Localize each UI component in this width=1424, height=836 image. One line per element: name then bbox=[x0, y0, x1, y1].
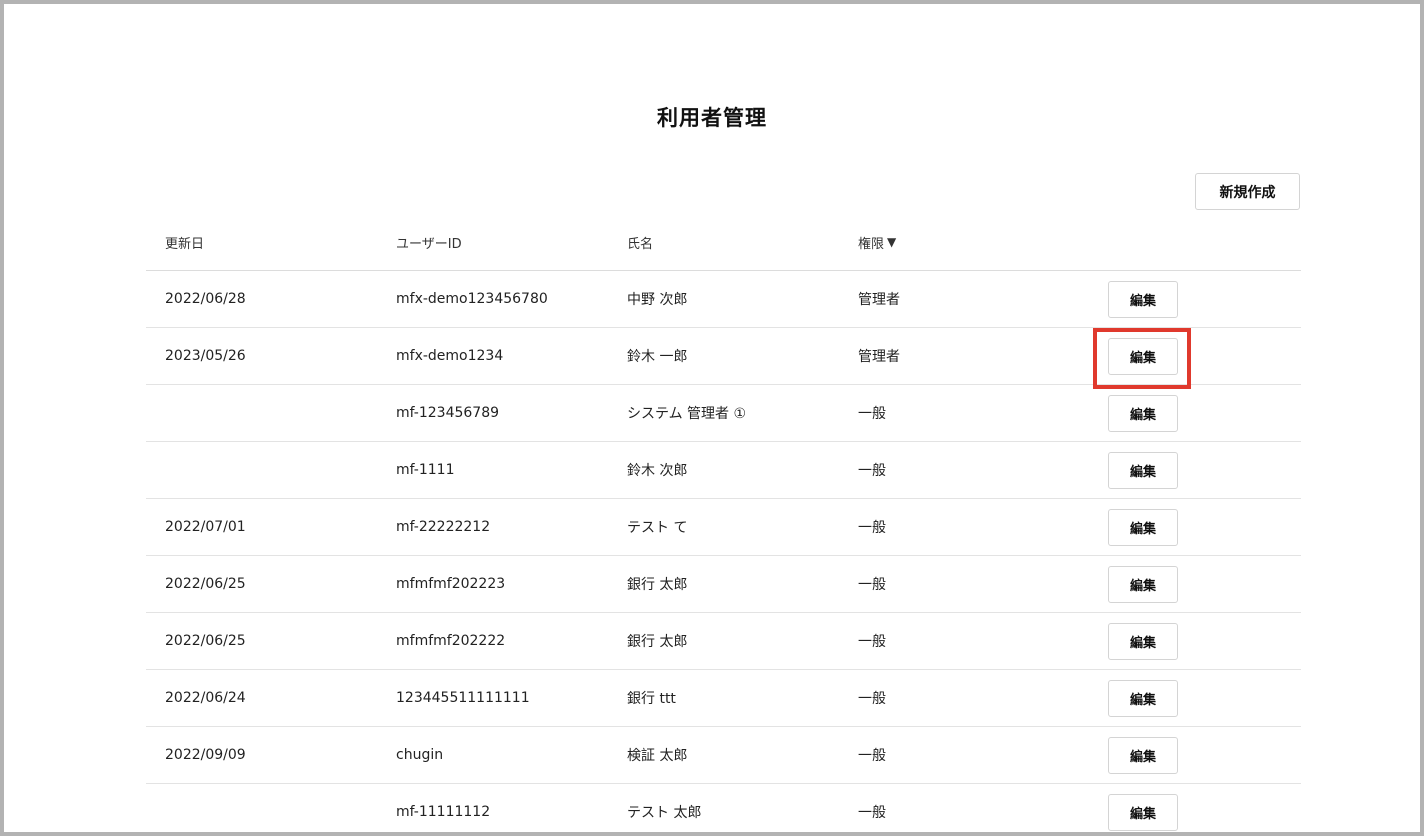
table-row: 2022/09/09 chugin 検証 太郎 一般 編集 bbox=[146, 727, 1301, 784]
row-action-cell: 編集 bbox=[1108, 385, 1178, 441]
row-role: 一般 bbox=[858, 805, 886, 821]
row-name: システム 管理者 ① bbox=[627, 406, 747, 422]
new-create-button[interactable]: 新規作成 bbox=[1195, 173, 1300, 210]
table-header: 更新日 ユーザーID 氏名 権限 ▼ bbox=[146, 214, 1301, 271]
row-name: テスト 太郎 bbox=[627, 805, 702, 821]
table-row: 2023/05/26 mfx-demo1234 鈴木 一郎 管理者 編集 bbox=[146, 328, 1301, 385]
row-action-cell: 編集 bbox=[1108, 328, 1178, 384]
row-action-cell: 編集 bbox=[1108, 271, 1178, 327]
header-role-label: 権限 bbox=[858, 236, 885, 252]
header-role[interactable]: 権限 ▼ bbox=[858, 214, 896, 270]
row-role: 一般 bbox=[858, 406, 886, 422]
row-user-id: mf-11111112 bbox=[396, 804, 491, 820]
row-user-id: 123445511111111 bbox=[396, 690, 530, 706]
user-table: 更新日 ユーザーID 氏名 権限 ▼ 2022/06/28 mfx-demo123… bbox=[146, 214, 1301, 832]
table-body: 2022/06/28 mfx-demo123456780 中野 次郎 管理者 編集 202… bbox=[146, 271, 1301, 832]
table-row: 2022/06/25 mfmfmf202223 銀行 太郎 一般 編集 bbox=[146, 556, 1301, 613]
table-row: 2022/07/01 mf-22222212 テスト て 一般 編集 bbox=[146, 499, 1301, 556]
row-name: 検証 太郎 bbox=[627, 748, 688, 764]
row-name: 銀行 太郎 bbox=[627, 634, 688, 650]
row-user-id: mfx-demo1234 bbox=[396, 348, 504, 364]
browser-frame: 利用者管理 新規作成 更新日 ユーザーID 氏名 権限 ▼ 2022/06/28… bbox=[0, 0, 1424, 836]
table-row: mf-11111112 テスト 太郎 一般 編集 bbox=[146, 784, 1301, 832]
row-name: 鈴木 次郎 bbox=[627, 463, 688, 479]
table-row: 2022/06/24 123445511111111 銀行 ttt 一般 編集 bbox=[146, 670, 1301, 727]
header-user-id: ユーザーID bbox=[396, 236, 462, 252]
row-name: 銀行 太郎 bbox=[627, 577, 688, 593]
edit-button[interactable]: 編集 bbox=[1108, 565, 1178, 603]
page-title: 利用者管理 bbox=[657, 106, 767, 130]
row-action-cell: 編集 bbox=[1108, 556, 1178, 612]
row-action-cell: 編集 bbox=[1108, 499, 1178, 555]
row-name: 中野 次郎 bbox=[627, 292, 688, 308]
edit-button[interactable]: 編集 bbox=[1108, 337, 1178, 375]
row-user-id: mf-22222212 bbox=[396, 519, 491, 535]
row-role: 一般 bbox=[858, 463, 886, 479]
row-action-cell: 編集 bbox=[1108, 727, 1178, 783]
edit-button[interactable]: 編集 bbox=[1108, 679, 1178, 717]
row-action-cell: 編集 bbox=[1108, 784, 1178, 832]
row-role: 一般 bbox=[858, 748, 886, 764]
sort-down-icon[interactable]: ▼ bbox=[887, 235, 896, 249]
row-action-cell: 編集 bbox=[1108, 442, 1178, 498]
row-role: 管理者 bbox=[858, 349, 900, 365]
row-user-id: mf-123456789 bbox=[396, 405, 500, 421]
edit-button[interactable]: 編集 bbox=[1108, 394, 1178, 432]
table-row: 2022/06/25 mfmfmf202222 銀行 太郎 一般 編集 bbox=[146, 613, 1301, 670]
row-user-id: mfmfmf202223 bbox=[396, 576, 506, 592]
row-date: 2022/06/24 bbox=[165, 690, 246, 706]
row-user-id: chugin bbox=[396, 747, 444, 763]
edit-button[interactable]: 編集 bbox=[1108, 793, 1178, 831]
row-date: 2022/07/01 bbox=[165, 519, 246, 535]
header-date: 更新日 bbox=[165, 236, 205, 252]
row-user-id: mfmfmf202222 bbox=[396, 633, 506, 649]
row-role: 一般 bbox=[858, 520, 886, 536]
row-role: 一般 bbox=[858, 634, 886, 650]
row-date: 2022/06/28 bbox=[165, 291, 246, 307]
table-row: 2022/06/28 mfx-demo123456780 中野 次郎 管理者 編集 bbox=[146, 271, 1301, 328]
row-role: 管理者 bbox=[858, 292, 900, 308]
row-role: 一般 bbox=[858, 577, 886, 593]
row-user-id: mf-1111 bbox=[396, 462, 455, 478]
row-date: 2023/05/26 bbox=[165, 348, 246, 364]
edit-button[interactable]: 編集 bbox=[1108, 736, 1178, 774]
row-name: テスト て bbox=[627, 520, 688, 536]
row-name: 銀行 ttt bbox=[627, 691, 676, 707]
row-date: 2022/06/25 bbox=[165, 576, 246, 592]
row-action-cell: 編集 bbox=[1108, 613, 1178, 669]
row-name: 鈴木 一郎 bbox=[627, 349, 688, 365]
edit-button[interactable]: 編集 bbox=[1108, 451, 1178, 489]
row-user-id: mfx-demo123456780 bbox=[396, 291, 548, 307]
edit-button[interactable]: 編集 bbox=[1108, 280, 1178, 318]
table-row: mf-123456789 システム 管理者 ① 一般 編集 bbox=[146, 385, 1301, 442]
row-date: 2022/09/09 bbox=[165, 747, 246, 763]
header-name: 氏名 bbox=[627, 236, 654, 252]
row-action-cell: 編集 bbox=[1108, 670, 1178, 726]
table-row: mf-1111 鈴木 次郎 一般 編集 bbox=[146, 442, 1301, 499]
row-date: 2022/06/25 bbox=[165, 633, 246, 649]
edit-button[interactable]: 編集 bbox=[1108, 508, 1178, 546]
row-role: 一般 bbox=[858, 691, 886, 707]
edit-button[interactable]: 編集 bbox=[1108, 622, 1178, 660]
